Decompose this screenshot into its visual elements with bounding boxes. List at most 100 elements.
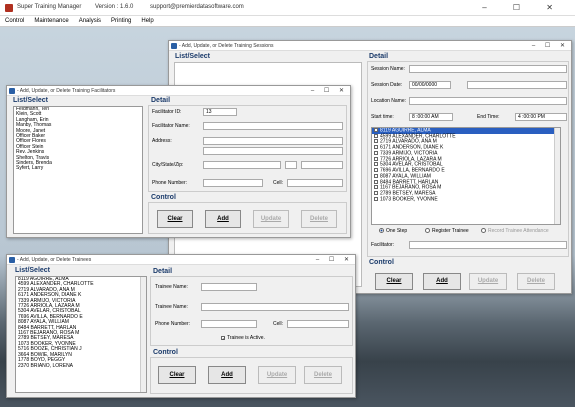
- list-item[interactable]: Syfert, Larry: [14, 166, 142, 172]
- facilitators-list[interactable]: Feldmann, Teri Klein, Scott Langham, Eri…: [13, 106, 143, 234]
- radio-icon[interactable]: [481, 228, 486, 234]
- trainees-list-header: List/Select: [15, 267, 51, 274]
- trainee-cell-field[interactable]: [287, 320, 349, 328]
- clear-button[interactable]: Clear: [158, 366, 196, 384]
- trainee-name2-label: Trainee Name:: [155, 304, 188, 310]
- address-field-1[interactable]: [203, 137, 343, 145]
- trainee-phone-field[interactable]: [201, 320, 257, 328]
- trainees-window: - Add, Update, or Delete Trainees – ☐ ✕ L…: [6, 254, 356, 398]
- window-controls[interactable]: – ☐ ✕: [482, 3, 565, 12]
- trainee-name2-field[interactable]: [201, 303, 349, 311]
- update-button[interactable]: Update: [469, 273, 507, 290]
- list-item[interactable]: 2370 BRIANO, LORENA: [16, 363, 146, 369]
- radio-record[interactable]: Record Trainee Attendance: [481, 228, 549, 235]
- location-field[interactable]: [409, 97, 567, 105]
- end-time-field[interactable]: 4 :00:00 PM: [515, 113, 567, 121]
- radio-label: Record Trainee Attendance: [488, 228, 549, 234]
- window-controls[interactable]: – ☐ ✕: [316, 255, 353, 265]
- session-date-label: Session Date:: [371, 82, 403, 88]
- checkbox[interactable]: [374, 185, 378, 190]
- facilitator-label: Facilitator:: [371, 242, 395, 248]
- app-version: Version : 1.6.0: [95, 4, 134, 10]
- radio-label: Register Trainee: [432, 228, 469, 234]
- window-controls[interactable]: – ☐ ✕: [311, 86, 348, 96]
- trainee-name-field[interactable]: [201, 283, 257, 291]
- checkbox[interactable]: [374, 162, 378, 167]
- facilitator-select[interactable]: [409, 241, 567, 249]
- trainee-name-label: Trainee Name:: [155, 284, 188, 290]
- menu-control[interactable]: Control: [0, 16, 29, 27]
- trainees-list[interactable]: 8119 AGUIRRE, ALMA 4599 ALEXANDER, CHARL…: [15, 276, 147, 393]
- sessions-list-header: List/Select: [175, 53, 211, 60]
- radio-one-step[interactable]: One Step: [379, 228, 407, 235]
- checkbox[interactable]: [374, 128, 378, 132]
- state-field[interactable]: [285, 161, 297, 169]
- address-field-2[interactable]: [203, 147, 343, 155]
- session-date-extra[interactable]: [467, 81, 567, 89]
- delete-button[interactable]: Delete: [517, 273, 555, 290]
- clear-button[interactable]: Clear: [375, 273, 413, 290]
- facilitator-name-field[interactable]: [203, 122, 343, 130]
- radio-icon[interactable]: [425, 228, 430, 234]
- radio-icon[interactable]: [379, 228, 384, 234]
- checkbox-icon[interactable]: ✓: [221, 335, 225, 340]
- add-button[interactable]: Add: [208, 366, 246, 384]
- list-item[interactable]: 1073 BOOKER, YVONNE: [372, 196, 560, 203]
- clear-button[interactable]: Clear: [157, 210, 193, 228]
- trainee-active-checkbox[interactable]: ✓ Trainee is Active.: [221, 335, 265, 342]
- menu-help[interactable]: Help: [136, 16, 158, 27]
- trainee-cell-label: Cell:: [273, 321, 284, 327]
- cell-field[interactable]: [287, 179, 343, 187]
- sessions-control-header: Control: [369, 259, 394, 266]
- menu-maintenance[interactable]: Maintenance: [29, 16, 73, 27]
- window-icon: [171, 43, 177, 49]
- facilitators-detail-header: Detail: [151, 97, 171, 104]
- session-name-field[interactable]: [409, 65, 567, 73]
- phone-label: Phone Number:: [152, 180, 188, 186]
- add-button[interactable]: Add: [423, 273, 461, 290]
- trainees-control-header: Control: [153, 349, 178, 356]
- start-time-field[interactable]: 8 :00:00 AM: [409, 113, 453, 121]
- menu-analysis[interactable]: Analysis: [74, 16, 106, 27]
- checkbox[interactable]: [374, 179, 378, 184]
- trainees-titlebar[interactable]: - Add, Update, or Delete Trainees – ☐ ✕: [7, 255, 355, 265]
- menu-printing[interactable]: Printing: [106, 16, 136, 27]
- window-controls[interactable]: – ☐ ✕: [532, 41, 569, 51]
- window-icon: [9, 257, 15, 263]
- checkbox[interactable]: [374, 150, 378, 155]
- session-name-label: Session Name:: [371, 66, 405, 72]
- checkbox[interactable]: [374, 133, 378, 138]
- session-trainee-list[interactable]: 8119 AGUIRRE, ALMA 4599 ALEXANDER, CHARL…: [371, 127, 561, 225]
- checkbox[interactable]: [374, 139, 378, 144]
- menu-bar: Control Maintenance Analysis Printing Help: [0, 16, 575, 27]
- update-button[interactable]: Update: [253, 210, 289, 228]
- checkbox[interactable]: [374, 191, 378, 196]
- list-scrollbar[interactable]: [554, 128, 560, 224]
- checkbox[interactable]: [374, 145, 378, 150]
- phone-field[interactable]: [203, 179, 263, 187]
- sessions-titlebar[interactable]: - Add, Update, or Delete Training Sessio…: [169, 41, 571, 51]
- end-time-label: End Time:: [477, 114, 500, 120]
- city-field[interactable]: [203, 161, 281, 169]
- list-scrollbar[interactable]: [140, 277, 146, 392]
- location-label: Location Name:: [371, 98, 407, 104]
- app-title: Super Training Manager: [17, 4, 82, 10]
- radio-label: One Step: [386, 228, 408, 234]
- checkbox-label: Trainee is Active.: [227, 335, 265, 341]
- checkbox[interactable]: [374, 156, 378, 161]
- facilitator-name-label: Facilitator Name:: [152, 123, 190, 129]
- delete-button[interactable]: Delete: [304, 366, 342, 384]
- session-date-field[interactable]: 00/00/0000: [409, 81, 451, 89]
- checkbox[interactable]: [374, 196, 378, 201]
- facilitator-id-field[interactable]: 13: [203, 108, 237, 116]
- zip-field[interactable]: [301, 161, 343, 169]
- facilitators-window: - Add, Update, or Delete Training Facili…: [6, 85, 351, 238]
- add-button[interactable]: Add: [205, 210, 241, 228]
- facilitators-titlebar[interactable]: - Add, Update, or Delete Training Facili…: [7, 86, 350, 96]
- delete-button[interactable]: Delete: [301, 210, 337, 228]
- cell-label: Cell:: [273, 180, 284, 186]
- update-button[interactable]: Update: [258, 366, 296, 384]
- checkbox[interactable]: [374, 168, 378, 173]
- radio-register[interactable]: Register Trainee: [425, 228, 469, 235]
- checkbox[interactable]: [374, 173, 378, 178]
